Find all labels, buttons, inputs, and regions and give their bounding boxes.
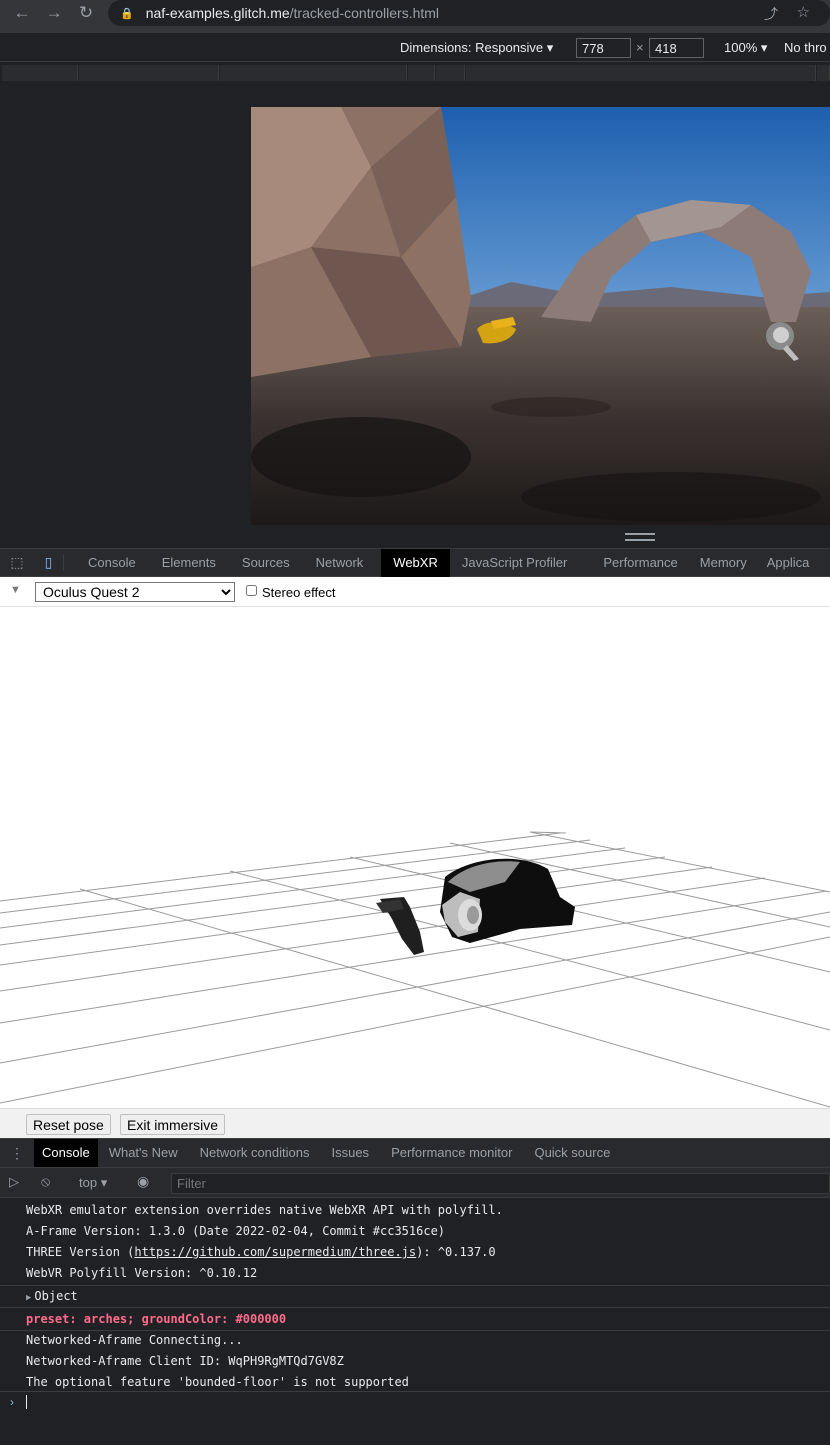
forward-arrow-icon[interactable]: → [43,2,65,24]
log-divider [0,1330,830,1331]
drawer-tab-network-conditions[interactable]: Network conditions [190,1139,320,1167]
expand-triangle-icon[interactable]: ▶ [26,1293,31,1303]
drawer-tab-console[interactable]: Console [34,1139,98,1167]
drawer-tab-issues[interactable]: Issues [321,1139,379,1167]
clear-console-icon[interactable]: ⦸ [41,1173,50,1190]
device-toolbar: Dimensions: Responsive ▾ × 100% ▾ No thr… [0,33,830,62]
console-message: A-Frame Version: 1.3.0 (Date 2022-02-04,… [26,1224,446,1238]
tab-sources[interactable]: Sources [232,549,300,577]
live-expression-eye-icon[interactable]: ◉ [137,1173,149,1190]
media-query-segment[interactable] [2,65,78,81]
three-js-link[interactable]: https://github.com/supermedium/three.js [134,1245,416,1259]
drawer-tabbar: ⋮ Console What's New Network conditions … [0,1138,830,1168]
tab-webxr[interactable]: WebXR [381,548,450,577]
tab-console[interactable]: Console [78,549,146,577]
address-bar[interactable]: 🔒 naf-examples.glitch.me/tracked-control… [108,0,830,26]
context-selector[interactable]: top ▾ [79,1175,107,1191]
log-divider [0,1307,830,1308]
console-toolbar: ▷ ⦸ top ▾ ◉ [0,1168,830,1198]
resize-handle[interactable] [625,533,655,541]
webxr-3d-view[interactable] [0,607,830,1108]
drawer-tab-performance-monitor[interactable]: Performance monitor [381,1139,522,1167]
drawer-tab-whats-new[interactable]: What's New [99,1139,188,1167]
console-object-entry[interactable]: ▶ Object [26,1289,78,1303]
console-filter-input[interactable] [171,1173,830,1194]
drawer-menu-icon[interactable]: ⋮ [0,1145,34,1162]
browser-toolbar: ← → ↻ 🔒 naf-examples.glitch.me/tracked-c… [0,0,830,33]
webxr-toolbar: ▼ Oculus Quest 2 Stereo effect [0,577,830,607]
zoom-dropdown[interactable]: 100% ▾ [724,40,767,56]
prompt-chevron-icon: › [10,1395,14,1409]
reload-icon[interactable]: ↻ [75,2,97,24]
tab-elements[interactable]: Elements [152,549,226,577]
console-message: WebXR emulator extension overrides nativ… [26,1203,503,1217]
times-sign: × [636,40,644,55]
url-host: naf-examples.glitch.me [145,5,290,21]
tab-network[interactable]: Network [306,549,374,577]
media-query-segment[interactable] [436,65,465,81]
tab-performance[interactable]: Performance [593,549,687,577]
device-toggle-icon[interactable]: ▯ [34,554,64,571]
media-query-segment[interactable] [79,65,219,81]
tab-javascript-profiler[interactable]: JavaScript Profiler [452,549,577,577]
media-query-segment[interactable] [408,65,435,81]
console-message: THREE Version (https://github.com/superm… [26,1245,496,1259]
share-icon[interactable]: ⤴ [764,4,778,24]
height-input[interactable] [649,38,704,58]
throttle-dropdown[interactable]: No thro [784,40,827,55]
tab-memory[interactable]: Memory [690,549,757,577]
width-input[interactable] [576,38,631,58]
exit-immersive-button[interactable]: Exit immersive [120,1114,226,1135]
dimensions-dropdown[interactable]: Dimensions: Responsive ▾ [400,40,553,56]
reset-pose-button[interactable]: Reset pose [26,1114,111,1135]
console-message: The optional feature 'bounded-floor' is … [26,1375,409,1389]
media-query-segment[interactable] [817,65,830,81]
console-message: WebVR Polyfill Version: ^0.10.12 [26,1266,258,1280]
devtools-tabbar: ⬚ ▯ Console Elements Sources Network Web… [0,548,830,577]
webxr-footer: Reset pose Exit immersive [0,1108,830,1138]
console-log: WebXR emulator extension overrides nativ… [0,1199,830,1445]
media-query-segment[interactable] [220,65,407,81]
drawer-tab-quick-source[interactable]: Quick source [524,1139,620,1167]
lock-icon[interactable]: 🔒 [120,7,134,20]
back-arrow-icon[interactable]: ← [11,2,33,24]
collapse-arrow-icon[interactable]: ▼ [10,584,21,596]
vr-scene-canvas[interactable] [251,107,830,525]
device-select[interactable]: Oculus Quest 2 [35,582,235,602]
inspect-icon[interactable]: ⬚ [0,554,34,571]
console-prompt-input[interactable] [26,1395,27,1409]
log-divider [0,1391,830,1392]
stereo-effect-checkbox[interactable] [246,585,257,596]
log-divider [0,1285,830,1286]
stereo-effect-label: Stereo effect [262,585,336,600]
url-path: /tracked-controllers.html [289,5,440,21]
media-query-bar [0,62,830,84]
media-query-segment[interactable] [466,65,816,81]
console-message: Networked-Aframe Connecting... [26,1333,243,1347]
console-message: Networked-Aframe Client ID: WqPH9RgMTQd7… [26,1354,344,1368]
star-icon[interactable]: ☆ [797,3,810,21]
console-error-message: preset: arches; groundColor: #000000 [26,1312,287,1326]
tab-application[interactable]: Applica [757,549,820,577]
sidebar-toggle-icon[interactable]: ▷ [9,1174,19,1190]
